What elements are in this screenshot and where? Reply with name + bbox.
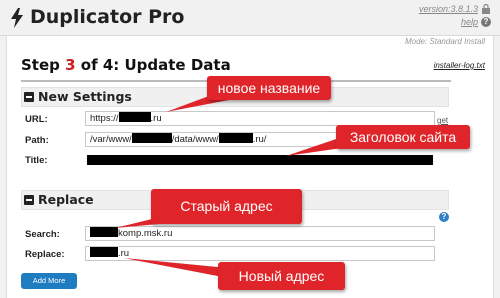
search-field[interactable]: komp.msk.ru bbox=[85, 226, 435, 241]
redaction bbox=[118, 112, 151, 122]
callout-new-address: Новый адрес bbox=[218, 262, 345, 290]
title-field-redacted[interactable] bbox=[87, 155, 433, 165]
app-header: Duplicator Pro version:3.8.1.3 help ? bbox=[0, 0, 500, 36]
app-title: Duplicator Pro bbox=[30, 6, 185, 28]
url-field[interactable]: https:// .ru bbox=[85, 111, 435, 126]
url-suffix: .ru bbox=[150, 113, 162, 124]
redaction bbox=[90, 247, 118, 257]
get-link[interactable]: get bbox=[437, 116, 448, 125]
step-number: 3 bbox=[65, 56, 76, 74]
path-label: Path: bbox=[25, 135, 49, 146]
install-mode: Mode: Standard Install bbox=[404, 37, 485, 46]
replace-value: .ru bbox=[118, 248, 130, 259]
redaction bbox=[218, 133, 253, 143]
callout-old-address: Старый адрес bbox=[151, 189, 302, 224]
step-suffix: of 4: Update Data bbox=[75, 56, 231, 74]
collapse-icon[interactable] bbox=[24, 92, 34, 102]
help-link[interactable]: help bbox=[461, 17, 478, 27]
path-part-3: .ru/ bbox=[252, 134, 267, 145]
url-label: URL: bbox=[25, 114, 48, 125]
path-part-1: /var/www/ bbox=[90, 134, 132, 145]
collapse-icon[interactable] bbox=[24, 195, 34, 205]
help-circle-icon[interactable]: ? bbox=[439, 212, 449, 222]
lock-icon bbox=[482, 4, 490, 14]
step-prefix: Step bbox=[21, 56, 66, 74]
callout-site-title: Заголовок сайта bbox=[336, 125, 470, 149]
section-title: Replace bbox=[38, 192, 94, 207]
path-part-2: /data/www/ bbox=[171, 134, 219, 145]
replace-field[interactable]: .ru bbox=[85, 246, 435, 261]
installer-log-link[interactable]: installer-log.txt bbox=[434, 61, 485, 70]
search-value: komp.msk.ru bbox=[118, 228, 173, 239]
redaction bbox=[131, 133, 172, 143]
callout-new-name: новое название bbox=[207, 76, 331, 100]
redaction bbox=[90, 227, 118, 237]
url-prefix: https:// bbox=[90, 113, 119, 124]
title-label: Title: bbox=[25, 155, 48, 166]
bolt-icon bbox=[11, 8, 23, 28]
replace-label: Replace: bbox=[25, 249, 65, 260]
section-title: New Settings bbox=[38, 89, 132, 104]
search-label: Search: bbox=[25, 229, 60, 240]
add-more-button[interactable]: Add More bbox=[21, 273, 77, 289]
question-icon[interactable]: ? bbox=[481, 17, 491, 27]
page-title: Step 3 of 4: Update Data bbox=[21, 56, 231, 74]
version-link[interactable]: version:3.8.1.3 bbox=[419, 4, 478, 14]
